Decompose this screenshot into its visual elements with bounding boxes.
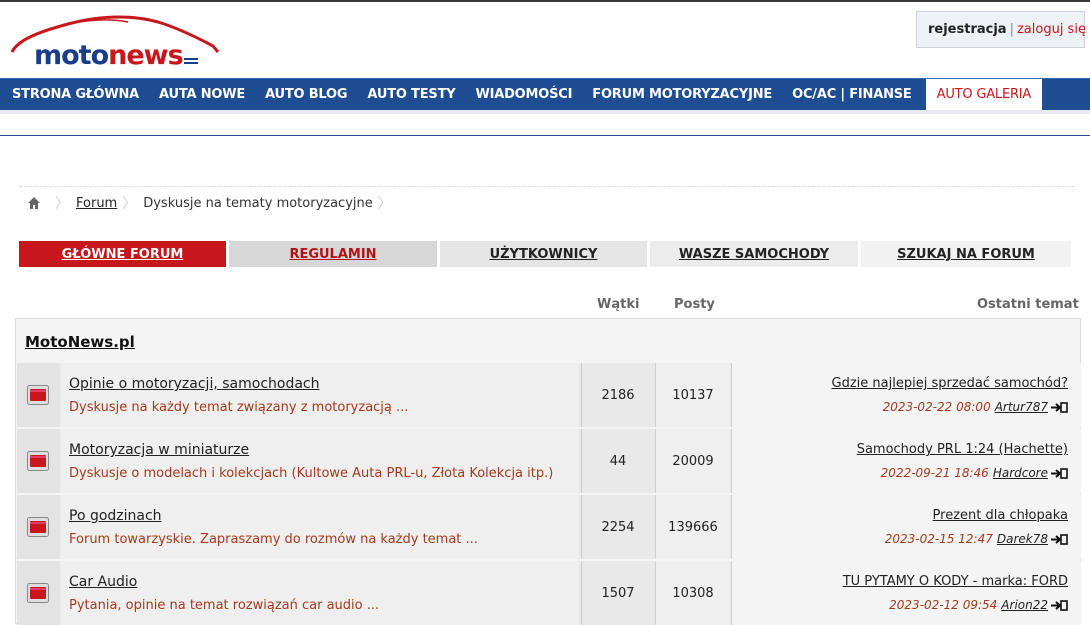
nav-item-new-cars[interactable]: AUTA NOWE	[149, 79, 255, 110]
logo-text: motonews	[34, 40, 184, 71]
register-link[interactable]: rejestracja	[928, 22, 1007, 37]
forum-thread-count: 1507	[581, 561, 654, 625]
forum-folder-icon	[27, 385, 49, 405]
auth-box: rejestracja | zaloguj się	[916, 11, 1086, 48]
nav-item-auto-blog[interactable]: AUTO BLOG	[255, 79, 357, 110]
login-link[interactable]: zaloguj się	[1017, 22, 1086, 37]
home-icon[interactable]	[27, 196, 41, 210]
last-topic-user-link[interactable]: Darek78	[997, 532, 1048, 546]
go-to-post-icon[interactable]	[1051, 533, 1068, 545]
nav-underline	[0, 110, 1090, 114]
site-logo[interactable]: motonews	[8, 10, 223, 72]
column-header-posts: Posty	[674, 297, 715, 312]
last-topic-meta: 2022-09-21 18:46 Hardcore	[881, 466, 1068, 480]
last-topic-date: 2022-09-21 18:46	[880, 466, 989, 480]
nav-item-news[interactable]: WIADOMOŚCI	[465, 79, 582, 110]
category-title[interactable]: MotoNews.pl	[25, 333, 135, 351]
breadcrumb-forum-link[interactable]: Forum	[76, 196, 117, 211]
tab-search-forum[interactable]: SZUKAJ NA FORUM	[861, 241, 1071, 267]
last-topic-user-link[interactable]: Hardcore	[993, 466, 1048, 480]
breadcrumb-separator-icon: 〉	[377, 196, 392, 212]
tab-rules[interactable]: REGULAMIN	[229, 241, 437, 267]
forum-folder-icon	[27, 451, 49, 471]
forum-description: Dyskusje na każdy temat związany z motor…	[69, 400, 409, 415]
go-to-post-icon[interactable]	[1051, 401, 1068, 413]
breadcrumb-divider	[19, 186, 1075, 187]
forum-last-topic-cell: Prezent dla chłopaka 2023-02-15 12:47 Da…	[731, 495, 1081, 559]
forum-thread-count: 2186	[581, 363, 654, 427]
forum-last-topic-cell: TU PYTAMY O KODY - marka: FORD 2023-02-1…	[731, 561, 1081, 625]
nav-item-auto-tests[interactable]: AUTO TESTY	[357, 79, 465, 110]
forum-icon-cell	[17, 561, 59, 625]
last-topic-meta: 2023-02-15 12:47 Darek78	[885, 532, 1068, 546]
last-topic-date: 2023-02-12 09:54	[889, 598, 998, 612]
logo-text-main: moto	[34, 40, 109, 71]
breadcrumb: 〉 Forum 〉 Dyskusje na tematy motoryzacyj…	[27, 193, 399, 213]
auth-separator: |	[1009, 22, 1014, 37]
forum-row: Car Audio Pytania, opinie na temat rozwi…	[17, 561, 1081, 625]
forum-thread-count: 44	[581, 429, 654, 493]
last-topic-date: 2023-02-22 08:00	[882, 400, 991, 414]
forum-folder-icon	[27, 583, 49, 603]
nav-item-finance[interactable]: OC/AC | FINANSE	[782, 79, 922, 110]
forum-post-count: 10308	[655, 561, 730, 625]
forum-main-cell: Po godzinach Forum towarzyskie. Zaprasza…	[61, 495, 579, 559]
forum-description: Dyskusje o modelach i kolekcjach (Kultow…	[69, 466, 554, 481]
nav-item-home[interactable]: STRONA GŁÓWNA	[0, 79, 149, 110]
forum-main-cell: Opinie o motoryzacji, samochodach Dyskus…	[61, 363, 579, 427]
last-topic-meta: 2023-02-22 08:00 Artur787	[883, 400, 1068, 414]
breadcrumb-current: Dyskusje na tematy motoryzacyjne	[143, 195, 373, 211]
tab-main-forum[interactable]: GŁÓWNE FORUM	[19, 241, 226, 267]
tab-users[interactable]: UŻYTKOWNICY	[440, 241, 647, 267]
forum-title-link[interactable]: Opinie o motoryzacji, samochodach	[69, 376, 320, 392]
nav-item-forum[interactable]: FORUM MOTORYZACYJNE	[582, 79, 782, 110]
logo-text-accent: news	[108, 40, 184, 71]
last-topic-user-link[interactable]: Artur787	[995, 400, 1048, 414]
tab-your-cars[interactable]: WASZE SAMOCHODY	[650, 241, 858, 267]
go-to-post-icon[interactable]	[1051, 467, 1068, 479]
last-topic-meta: 2023-02-12 09:54 Arion22	[889, 598, 1068, 612]
forum-row: Po godzinach Forum towarzyskie. Zaprasza…	[17, 495, 1081, 559]
forum-icon-cell	[17, 495, 59, 559]
last-topic-date: 2023-02-15 12:47	[884, 532, 993, 546]
forum-last-topic-cell: Samochody PRL 1:24 (Hachette) 2022-09-21…	[731, 429, 1081, 493]
forum-row: Opinie o motoryzacji, samochodach Dyskus…	[17, 363, 1081, 427]
divider-line	[0, 135, 1090, 136]
forum-main-cell: Motoryzacja w miniaturze Dyskusje o mode…	[61, 429, 579, 493]
main-nav: STRONA GŁÓWNA AUTA NOWE AUTO BLOG AUTO T…	[0, 78, 1090, 110]
forum-post-count: 20009	[655, 429, 730, 493]
forum-post-count: 139666	[655, 495, 730, 559]
last-topic-user-link[interactable]: Arion22	[1001, 598, 1048, 612]
last-topic-link[interactable]: Prezent dla chłopaka	[933, 508, 1068, 523]
forum-row: Motoryzacja w miniaturze Dyskusje o mode…	[17, 429, 1081, 493]
forum-post-count: 10137	[655, 363, 730, 427]
forum-category: MotoNews.pl Opinie o motoryzacji, samoch…	[15, 318, 1081, 625]
forum-description: Forum towarzyskie. Zapraszamy do rozmów …	[69, 532, 478, 547]
forum-thread-count: 2254	[581, 495, 654, 559]
last-topic-link[interactable]: Gdzie najlepiej sprzedać samochód?	[832, 376, 1068, 391]
last-topic-link[interactable]: TU PYTAMY O KODY - marka: FORD	[843, 574, 1068, 589]
forum-title-link[interactable]: Motoryzacja w miniaturze	[69, 442, 249, 458]
breadcrumb-separator-icon: 〉	[122, 196, 137, 212]
last-topic-link[interactable]: Samochody PRL 1:24 (Hachette)	[857, 442, 1068, 457]
forum-main-cell: Car Audio Pytania, opinie na temat rozwi…	[61, 561, 579, 625]
forum-title-link[interactable]: Car Audio	[69, 574, 137, 590]
forum-last-topic-cell: Gdzie najlepiej sprzedać samochód? 2023-…	[731, 363, 1081, 427]
nav-item-gallery[interactable]: AUTO GALERIA	[925, 79, 1043, 110]
breadcrumb-separator-icon: 〉	[55, 196, 69, 212]
go-to-post-icon[interactable]	[1051, 599, 1068, 611]
forum-icon-cell	[17, 429, 59, 493]
forum-folder-icon	[27, 517, 49, 537]
forum-title-link[interactable]: Po godzinach	[69, 508, 162, 524]
forum-description: Pytania, opinie na temat rozwiązań car a…	[69, 598, 380, 613]
forum-tabs: GŁÓWNE FORUM REGULAMIN UŻYTKOWNICY WASZE…	[19, 241, 1071, 267]
site-header: motonews rejestracja | zaloguj się	[0, 2, 1090, 76]
column-header-last-topic: Ostatni temat	[977, 297, 1079, 312]
forum-icon-cell	[17, 363, 59, 427]
column-header-threads: Wątki	[597, 297, 640, 312]
